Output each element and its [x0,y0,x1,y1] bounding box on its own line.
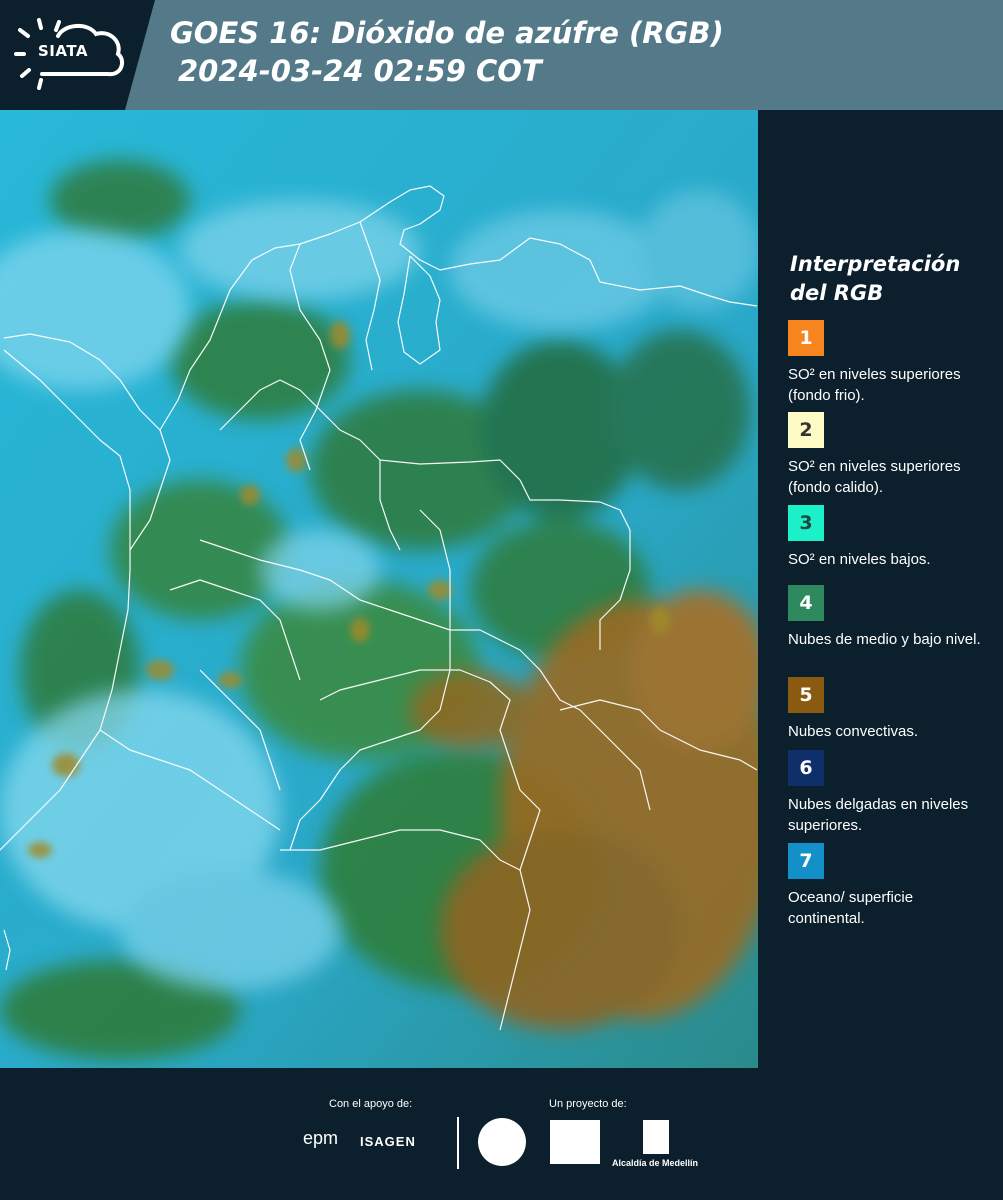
page-title: GOES 16: Dióxido de azúfre (RGB) 2024-03… [170,14,724,90]
legend-label-3: SO² en niveles bajos. [788,551,931,568]
legend-item-1: 1 SO² en niveles superiores (fondo frio). [788,320,993,406]
logo-text: SIATA [38,42,89,60]
title-line-2: 2024-03-24 02:59 COT [178,54,542,88]
legend-panel: Interpretación del RGB 1 SO² en niveles s… [770,110,1003,1068]
legend-title-line-2: del RGB [790,281,884,305]
medellin-seal-icon [478,1118,526,1166]
satellite-image [0,110,758,1068]
legend-swatch-7: 7 [788,843,824,879]
legend-item-2: 2 SO² en niveles superiores (fondo calido… [788,412,993,498]
alcaldia-label: Alcaldía de Medellín [612,1158,699,1168]
legend-swatch-4: 4 [788,585,824,621]
title-line-1: GOES 16: Dióxido de azúfre (RGB) [170,16,724,50]
legend-item-3: 3 SO² en niveles bajos. [788,505,993,570]
legend-swatch-2: 2 [788,412,824,448]
alcaldia-shield-icon [643,1120,669,1154]
legend-item-4: 4 Nubes de medio y bajo nivel. [788,585,993,650]
legend-swatch-1: 1 [788,320,824,356]
legend-item-5: 5 Nubes convectivas. [788,677,993,742]
legend-label-1: SO² en niveles superiores (fondo frio). [788,366,961,404]
legend-swatch-5: 5 [788,677,824,713]
legend-item-6: 6 Nubes delgadas en niveles superiores. [788,750,993,836]
header-bar: SIATA GOES 16: Dióxido de azúfre (RGB) 2… [0,0,1003,110]
legend-label-6: Nubes delgadas en niveles superiores. [788,796,969,834]
legend-label-5: Nubes convectivas. [788,723,919,740]
legend-item-7: 7 Oceano/ superficie continental. [788,843,993,929]
legend-label-2: SO² en niveles superiores (fondo calido)… [788,458,961,496]
support-label: Con el apoyo de: [329,1098,413,1110]
epm-logo: epm [303,1128,339,1148]
legend-title: Interpretación del RGB [790,250,960,308]
legend-label-4: Nubes de medio y bajo nivel. [788,631,981,648]
legend-title-line-1: Interpretación [790,252,961,276]
satellite-map [0,110,758,1068]
footer-divider [457,1117,459,1169]
area-metropolitana-logo-icon [550,1120,600,1164]
isagen-logo: ISAGEN [360,1134,416,1149]
legend-label-7: Oceano/ superficie continental. [788,889,914,927]
legend-swatch-6: 6 [788,750,824,786]
legend-swatch-3: 3 [788,505,824,541]
project-label: Un proyecto de: [549,1098,627,1110]
